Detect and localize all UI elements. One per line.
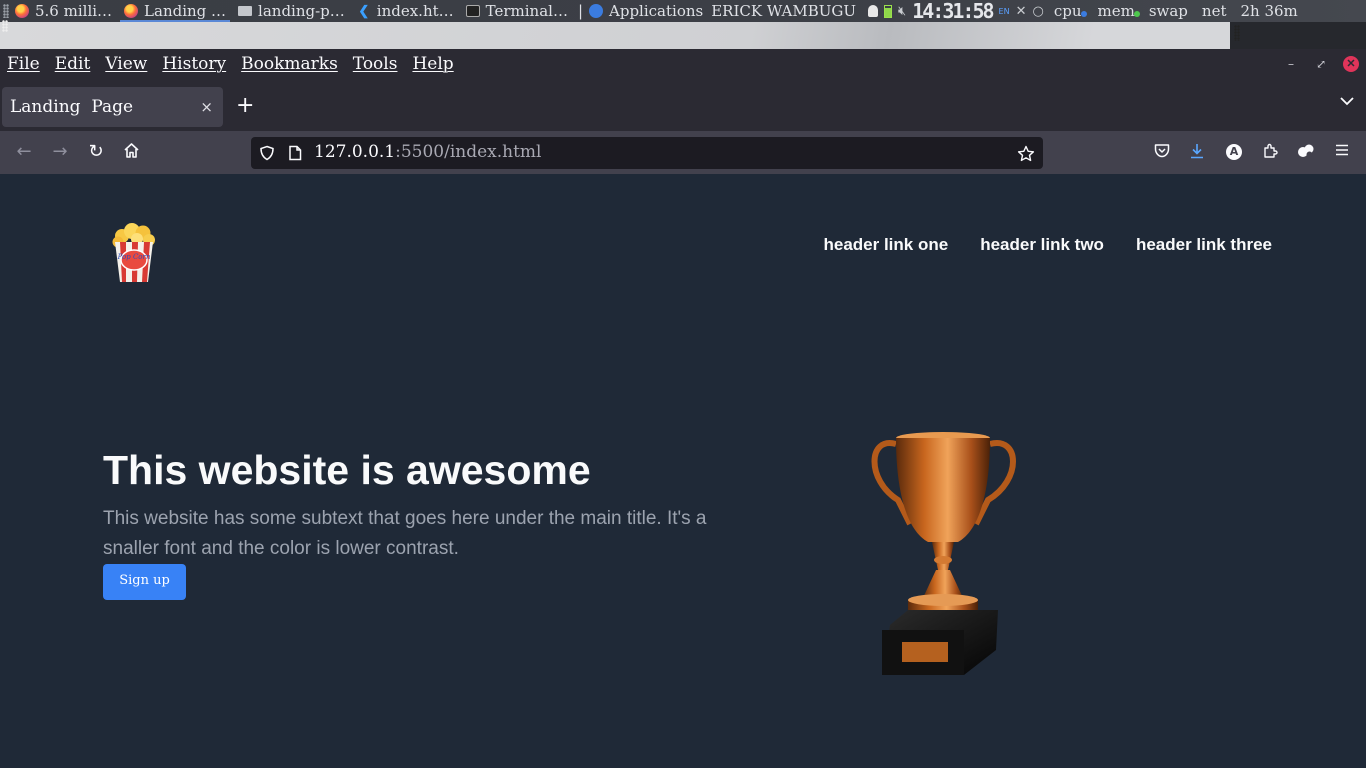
header-link-three[interactable]: header link three [1136, 235, 1272, 255]
account-icon[interactable]: A [1226, 144, 1242, 160]
task-terminal[interactable]: Terminal… [462, 0, 572, 22]
menu-history[interactable]: History [162, 54, 226, 74]
system-taskbar: 5.6 milli… Landing … landing-p… ❮ index.… [0, 0, 1366, 22]
circle-status-icon[interactable]: ○ [1032, 4, 1043, 19]
tab-bar: Landing Page × + [0, 79, 1366, 131]
taskbar-grip[interactable] [3, 4, 9, 18]
home-button[interactable] [121, 142, 141, 162]
desktop-strip [0, 20, 1366, 49]
back-button[interactable]: ← [14, 142, 34, 162]
bookmark-star-icon[interactable] [1017, 145, 1035, 162]
hamburger-menu-icon[interactable] [1333, 143, 1351, 161]
cpu-dot [1080, 11, 1087, 17]
header-link-two[interactable]: header link two [980, 235, 1104, 255]
firefox-icon [124, 4, 139, 18]
net-label: net [1201, 2, 1227, 20]
task-label: landing-p… [258, 2, 345, 20]
task-label: Landing … [144, 2, 227, 20]
minimize-button[interactable]: – [1283, 56, 1299, 72]
url-path: :5500/index.html [395, 142, 542, 162]
battery-icon[interactable] [884, 4, 892, 18]
header-link-one[interactable]: header link one [823, 235, 948, 255]
url-bar[interactable]: 127.0.0.1:5500/index.html [251, 137, 1043, 169]
menu-file[interactable]: File [7, 54, 40, 74]
notification-bell-icon[interactable] [868, 5, 878, 17]
tracking-protection-shield-icon[interactable] [259, 145, 275, 161]
applications-icon[interactable] [589, 4, 604, 18]
strip-dark-corner [1230, 22, 1366, 49]
swap-label: swap [1148, 2, 1188, 20]
extensions-icon[interactable] [1261, 143, 1279, 161]
new-tab-button[interactable]: + [236, 93, 254, 118]
tab-landing-page[interactable]: Landing Page × [2, 87, 223, 127]
menu-help[interactable]: Help [412, 54, 453, 74]
tab-close-icon[interactable]: × [200, 98, 213, 116]
strip-handle[interactable] [1234, 25, 1240, 41]
page-info-icon[interactable] [287, 145, 303, 161]
firefox-icon [15, 4, 29, 18]
task-file-manager[interactable]: landing-p… [234, 0, 349, 22]
task-label: Terminal… [485, 2, 568, 20]
swap-monitor[interactable]: swap [1149, 2, 1188, 20]
home-icon [123, 143, 139, 158]
hero-subtitle: This website has some subtext that goes … [103, 508, 707, 559]
task-label: 5.6 milli… [35, 2, 113, 20]
download-icon[interactable] [1188, 143, 1206, 161]
mem-label: mem [1097, 2, 1135, 20]
volume-muted-icon[interactable]: 🔇︎ [898, 4, 906, 19]
pocket-icon[interactable] [1153, 143, 1171, 161]
hero-title: This website is awesome [103, 447, 591, 493]
url-host: 127.0.0.1 [314, 142, 396, 162]
task-label: index.ht… [376, 2, 454, 20]
navigation-toolbar: ← → ↻ 127.0.0.1:5500/index.html A [0, 131, 1366, 174]
landing-page: Pop Corn header link one header link two… [0, 174, 1366, 768]
folder-icon [238, 6, 253, 16]
cpu-label: cpu [1053, 2, 1082, 20]
keyboard-layout[interactable]: EN [999, 7, 1010, 16]
url-text[interactable]: 127.0.0.1:5500/index.html [314, 142, 542, 162]
applications-menu[interactable]: Applications [609, 2, 703, 20]
addon-icon[interactable] [1297, 143, 1315, 161]
task-vscode[interactable]: ❮ index.ht… [353, 0, 458, 22]
clock[interactable]: 14:31:58 [912, 0, 994, 22]
browser-menubar: File Edit View History Bookmarks Tools H… [0, 49, 1366, 79]
tab-title: Landing Page [10, 97, 134, 117]
cpu-monitor[interactable]: cpu [1053, 2, 1087, 20]
trophy-image [868, 430, 1020, 680]
sign-up-button[interactable]: Sign up [103, 564, 186, 600]
restore-button[interactable]: ⤢ [1313, 56, 1329, 72]
close-window-button[interactable]: ✕ [1343, 56, 1359, 72]
header-nav: header link one header link two header l… [823, 235, 1272, 255]
mem-dot [1133, 11, 1140, 17]
task-firefox-landing[interactable]: Landing … [120, 0, 231, 22]
uptime: 2h 36m [1240, 2, 1298, 20]
logo-text: Pop Corn [117, 253, 151, 261]
vscode-icon: ❮ [358, 4, 370, 19]
terminal-icon [465, 5, 480, 17]
net-monitor[interactable]: net [1202, 2, 1227, 20]
reload-button[interactable]: ↻ [86, 142, 106, 162]
menu-tools[interactable]: Tools [353, 54, 398, 74]
task-firefox-video[interactable]: 5.6 milli… [11, 0, 116, 22]
mem-monitor[interactable]: mem [1097, 2, 1140, 20]
strip-grip [2, 20, 8, 32]
network-off-icon[interactable]: ✕ [1016, 4, 1027, 19]
system-tray: 🔇︎ 14:31:58 EN ✕ ○ cpu mem swap net 2h 3… [868, 0, 1298, 22]
menu-bookmarks[interactable]: Bookmarks [241, 54, 338, 74]
popcorn-logo[interactable]: Pop Corn [112, 222, 156, 284]
taskbar-separator: | [577, 2, 584, 20]
user-name[interactable]: ERICK WAMBUGU [711, 2, 856, 20]
forward-button[interactable]: → [50, 142, 70, 162]
menu-view[interactable]: View [105, 54, 147, 74]
list-all-tabs-chevron-icon[interactable] [1340, 93, 1354, 110]
menu-edit[interactable]: Edit [55, 54, 91, 74]
